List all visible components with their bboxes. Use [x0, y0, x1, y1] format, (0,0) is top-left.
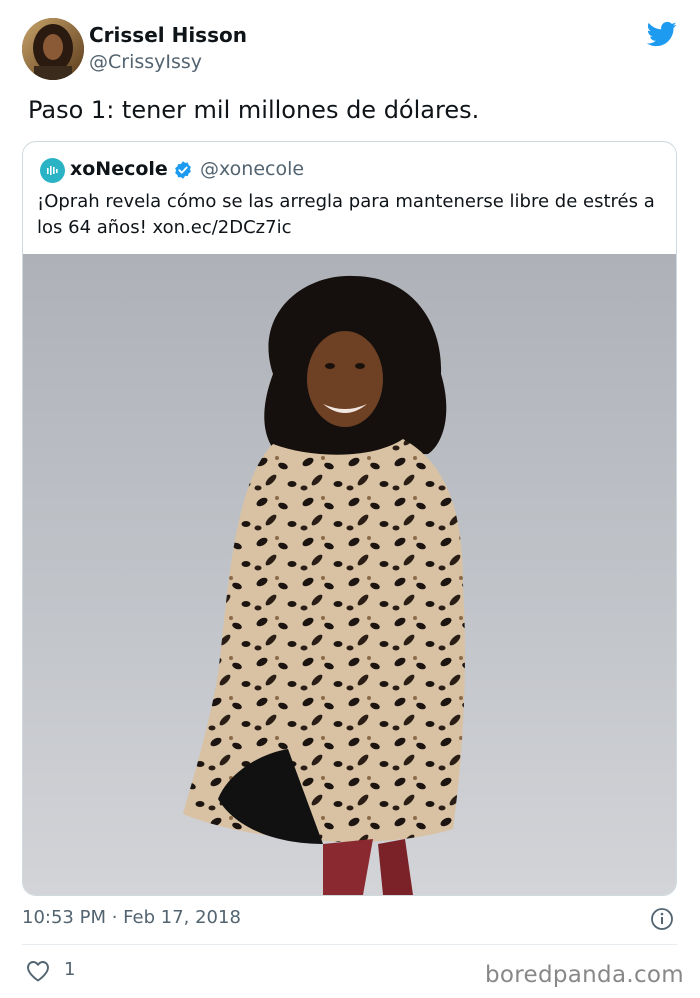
quoted-tweet[interactable]: xoNecole @xonecole ¡Oprah revela cómo se… [22, 141, 677, 896]
quote-photo[interactable] [23, 254, 676, 895]
quote-text: ¡Oprah revela cómo se las arregla para m… [37, 191, 655, 238]
tweet-timestamp[interactable]: 10:53 PM · Feb 17, 2018 [22, 907, 241, 928]
author-handle[interactable]: @CrissyIssy [89, 51, 202, 73]
quote-author-name[interactable]: xoNecole [70, 158, 168, 180]
tweet-text: Paso 1: tener mil millones de dólares. [28, 96, 480, 124]
like-count: 1 [64, 959, 76, 980]
author-avatar[interactable] [22, 18, 84, 80]
watermark: boredpanda.com [485, 962, 684, 988]
quote-author-handle[interactable]: @xonecole [200, 158, 304, 180]
heart-icon[interactable] [26, 960, 50, 982]
verified-badge-icon [175, 161, 191, 179]
footer-divider [22, 944, 677, 945]
quote-author-avatar[interactable] [40, 158, 65, 183]
tweet-card: Crissel Hisson @CrissyIssy Paso 1: tener… [0, 0, 700, 998]
twitter-bird-icon[interactable] [645, 19, 679, 49]
info-icon[interactable] [650, 907, 674, 931]
author-name[interactable]: Crissel Hisson [89, 23, 247, 47]
